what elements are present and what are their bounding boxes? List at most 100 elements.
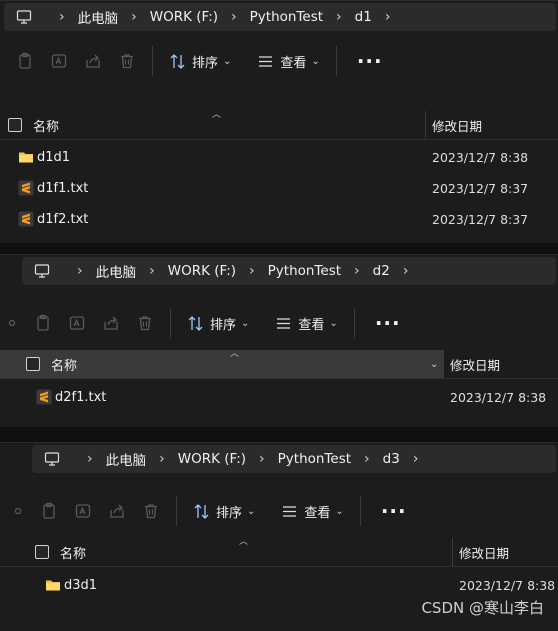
- file-row[interactable]: d3d1 2023/12/7 8:38: [0, 570, 558, 600]
- name-column-header[interactable]: 名称: [60, 543, 86, 562]
- this-pc-icon[interactable]: [16, 9, 32, 25]
- view-icon: [277, 317, 291, 329]
- chevron-down-icon: ⌄: [241, 317, 250, 329]
- select-all-checkbox[interactable]: [8, 118, 22, 132]
- file-date: 2023/12/7 8:38: [432, 149, 529, 165]
- breadcrumb-drive[interactable]: WORK (F:): [168, 263, 236, 279]
- column-divider[interactable]: [452, 538, 453, 566]
- chevron-right-icon[interactable]: ›: [231, 10, 237, 24]
- chevron-down-icon: ⌄: [223, 55, 232, 67]
- file-row[interactable]: d1d1 2023/12/7 8:38: [0, 142, 558, 172]
- address-bar[interactable]: › 此电脑 › WORK (F:) › PythonTest › d1 ›: [4, 3, 556, 31]
- sublime-text-icon: [36, 389, 52, 405]
- date-column-header[interactable]: 修改日期: [459, 543, 509, 562]
- rename-icon[interactable]: [60, 308, 94, 338]
- chevron-right-icon[interactable]: ›: [77, 264, 83, 278]
- more-options-button[interactable]: ···: [345, 51, 395, 71]
- sort-button[interactable]: 排序 ⌄: [161, 46, 239, 76]
- delete-icon[interactable]: [128, 308, 162, 338]
- folder-icon: [46, 580, 60, 591]
- chevron-right-icon[interactable]: ›: [354, 264, 360, 278]
- sort-button[interactable]: 排序 ⌄: [179, 308, 257, 338]
- column-divider[interactable]: [425, 111, 426, 139]
- chevron-down-icon: ⌄: [311, 55, 320, 67]
- command-bar: 排序 ⌄ 查看 ⌄ ···: [8, 39, 558, 83]
- chevron-right-icon[interactable]: ›: [259, 452, 265, 466]
- breadcrumb-pythontest[interactable]: PythonTest: [268, 263, 341, 279]
- file-row[interactable]: d2f1.txt 2023/12/7 8:38: [0, 382, 558, 412]
- file-row[interactable]: d1f2.txt 2023/12/7 8:37: [0, 204, 558, 234]
- sort-label: 排序: [192, 55, 219, 71]
- breadcrumb-current[interactable]: d1: [355, 9, 372, 25]
- select-all-checkbox[interactable]: [26, 357, 40, 371]
- address-bar[interactable]: › 此电脑 › WORK (F:) › PythonTest › d3 ›: [32, 445, 556, 473]
- cut-icon[interactable]: [8, 308, 26, 338]
- sublime-text-icon: [18, 180, 34, 196]
- breadcrumb-this-pc[interactable]: 此电脑: [96, 261, 137, 281]
- file-row[interactable]: d1f1.txt 2023/12/7 8:37: [0, 173, 558, 203]
- chevron-right-icon[interactable]: ›: [336, 10, 342, 24]
- more-options-button[interactable]: ···: [369, 501, 419, 521]
- file-name: d1f1.txt: [37, 180, 89, 196]
- sort-icon: [188, 315, 203, 331]
- chevron-down-icon: ⌄: [335, 505, 344, 517]
- chevron-right-icon[interactable]: ›: [131, 10, 137, 24]
- view-button[interactable]: 查看 ⌄: [267, 308, 345, 338]
- breadcrumb-pythontest[interactable]: PythonTest: [278, 451, 351, 467]
- view-button[interactable]: 查看 ⌄: [249, 46, 327, 76]
- file-date: 2023/12/7 8:38: [459, 577, 556, 593]
- breadcrumb-this-pc[interactable]: 此电脑: [78, 7, 119, 27]
- explorer-window-d1: › 此电脑 › WORK (F:) › PythonTest › d1 › 排序…: [0, 0, 558, 243]
- date-column-header[interactable]: 修改日期: [432, 116, 482, 135]
- date-column-header[interactable]: 修改日期: [450, 355, 500, 374]
- command-bar: 排序 ⌄ 查看 ⌄ ···: [8, 301, 558, 345]
- chevron-right-icon[interactable]: ›: [149, 264, 155, 278]
- breadcrumb-current[interactable]: d2: [373, 263, 390, 279]
- file-name: d1f2.txt: [37, 211, 89, 227]
- column-header: ︿ 名称 ⌄ 修改日期: [0, 349, 558, 379]
- rename-icon[interactable]: [42, 46, 76, 76]
- this-pc-icon[interactable]: [34, 263, 50, 279]
- chevron-right-icon[interactable]: ›: [364, 452, 370, 466]
- view-button[interactable]: 查看 ⌄: [273, 496, 351, 526]
- paste-icon[interactable]: [26, 308, 60, 338]
- paste-icon[interactable]: [8, 46, 42, 76]
- chevron-right-icon[interactable]: ›: [385, 10, 391, 24]
- rename-icon[interactable]: [66, 496, 100, 526]
- this-pc-icon[interactable]: [44, 451, 60, 467]
- sort-icon: [170, 53, 185, 69]
- toolbar-divider: [335, 46, 337, 76]
- paste-icon[interactable]: [32, 496, 66, 526]
- sort-label: 排序: [210, 317, 237, 333]
- breadcrumb-current[interactable]: d3: [383, 451, 400, 467]
- chevron-down-icon[interactable]: ⌄: [430, 359, 438, 370]
- sort-button[interactable]: 排序 ⌄: [185, 496, 263, 526]
- breadcrumb-drive[interactable]: WORK (F:): [150, 9, 218, 25]
- chevron-right-icon[interactable]: ›: [59, 10, 65, 24]
- share-icon[interactable]: [94, 308, 128, 338]
- share-icon[interactable]: [76, 46, 110, 76]
- chevron-right-icon[interactable]: ›: [413, 452, 419, 466]
- chevron-right-icon[interactable]: ›: [249, 264, 255, 278]
- file-date: 2023/12/7 8:38: [450, 389, 547, 405]
- address-bar[interactable]: › 此电脑 › WORK (F:) › PythonTest › d2 ›: [22, 257, 556, 285]
- name-column-header[interactable]: 名称: [51, 355, 77, 374]
- toolbar-divider: [359, 496, 361, 526]
- chevron-down-icon: ⌄: [329, 317, 338, 329]
- toolbar-divider: [353, 308, 355, 338]
- select-all-checkbox[interactable]: [35, 545, 49, 559]
- cut-icon[interactable]: [14, 496, 32, 526]
- chevron-right-icon[interactable]: ›: [87, 452, 93, 466]
- toolbar-divider: [176, 496, 177, 526]
- more-options-button[interactable]: ···: [363, 313, 413, 333]
- column-divider[interactable]: [443, 350, 444, 378]
- chevron-right-icon[interactable]: ›: [403, 264, 409, 278]
- share-icon[interactable]: [100, 496, 134, 526]
- breadcrumb-drive[interactable]: WORK (F:): [178, 451, 246, 467]
- delete-icon[interactable]: [134, 496, 168, 526]
- chevron-right-icon[interactable]: ›: [159, 452, 165, 466]
- delete-icon[interactable]: [110, 46, 144, 76]
- breadcrumb-pythontest[interactable]: PythonTest: [250, 9, 323, 25]
- name-column-header[interactable]: 名称: [33, 116, 59, 135]
- breadcrumb-this-pc[interactable]: 此电脑: [106, 449, 147, 469]
